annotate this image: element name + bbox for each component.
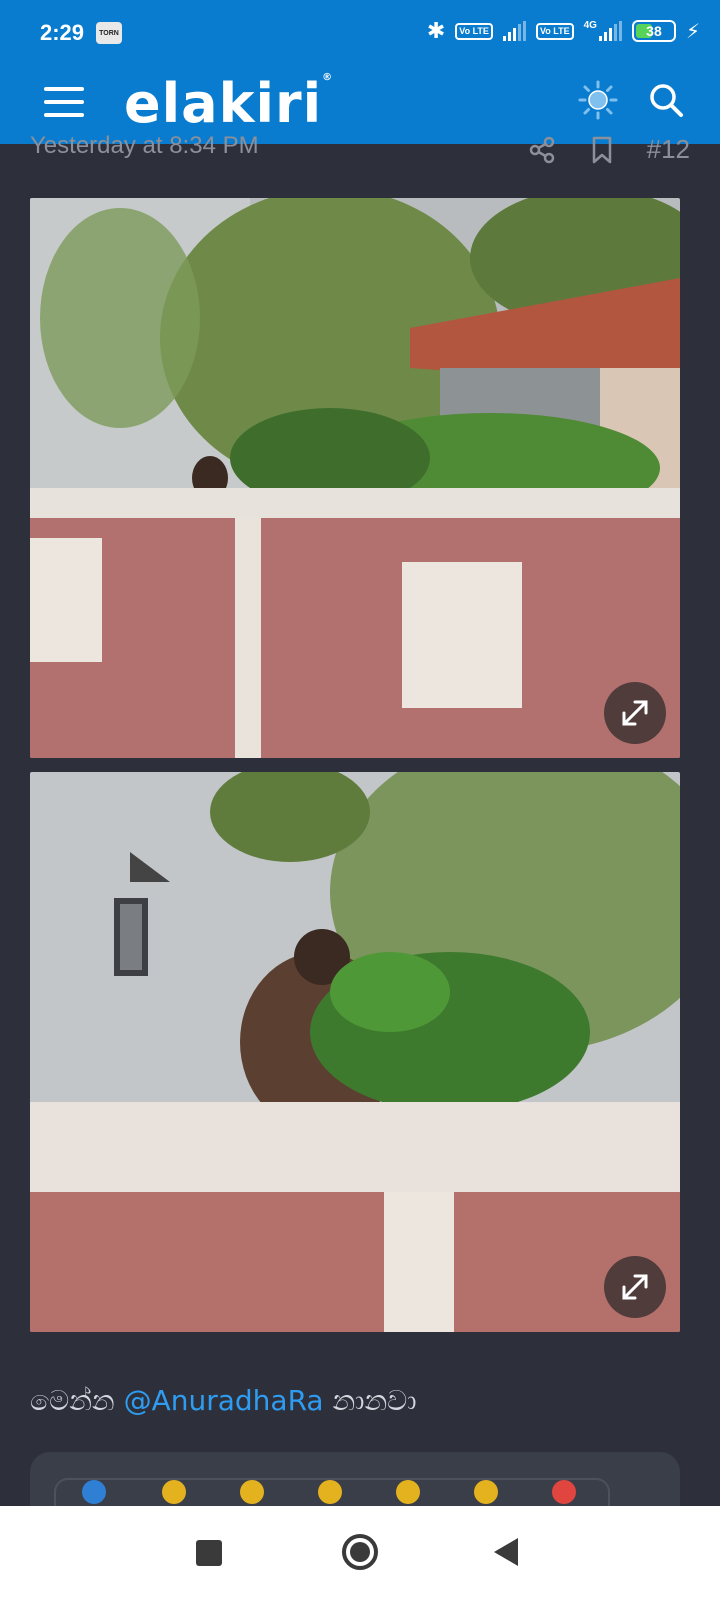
post-image-1[interactable]	[30, 198, 680, 758]
reaction-emoji-icon[interactable]	[396, 1480, 420, 1504]
expand-button[interactable]	[604, 682, 666, 744]
post-message: මෙන්න @AnuradhaRa නානවා	[30, 1384, 417, 1418]
battery-icon: 38	[631, 20, 676, 42]
status-time: 2:29	[40, 20, 85, 45]
expand-icon	[622, 700, 648, 726]
system-nav-bar	[0, 1506, 720, 1600]
site-logo[interactable]: elakiri®	[124, 72, 333, 135]
post-number[interactable]: #12	[647, 134, 690, 165]
bluetooth-icon: ✱	[426, 18, 446, 43]
reaction-emoji-icon[interactable]	[474, 1480, 498, 1504]
status-bar: 2:29 TORN ✱ Vo LTE Vo LTE 4G 38 ⚡	[0, 0, 720, 68]
reaction-emoji-icon[interactable]	[318, 1480, 342, 1504]
message-prefix: මෙන්න	[30, 1384, 115, 1417]
reaction-like-icon[interactable]	[82, 1480, 106, 1504]
status-icons: ✱ Vo LTE Vo LTE 4G 38 ⚡	[427, 18, 700, 44]
volte-icon-2: Vo LTE	[535, 22, 574, 40]
network-type: 4G	[583, 19, 597, 31]
recent-apps-icon[interactable]	[196, 1540, 222, 1566]
post-image-2[interactable]	[30, 772, 680, 1332]
volte-icon: Vo LTE	[455, 22, 493, 40]
charging-icon: ⚡	[685, 20, 700, 43]
home-icon[interactable]	[342, 1534, 378, 1570]
hamburger-icon[interactable]	[44, 82, 84, 122]
message-suffix: නානවා	[332, 1384, 417, 1417]
sun-icon[interactable]	[578, 80, 618, 120]
share-icon[interactable]	[527, 135, 557, 165]
post-date[interactable]: Yesterday at 8:34 PM	[30, 132, 259, 160]
user-mention-link[interactable]: @AnuradhaRa	[124, 1384, 324, 1417]
post-actions: #12	[527, 134, 690, 165]
reaction-emoji-icon[interactable]	[240, 1480, 264, 1504]
street-view-photo-zoomed	[30, 772, 680, 1332]
back-icon[interactable]	[494, 1538, 518, 1566]
search-icon[interactable]	[646, 80, 686, 120]
expand-button-2[interactable]	[604, 1256, 666, 1318]
reaction-love-icon[interactable]	[552, 1480, 576, 1504]
notification-badge: TORN	[96, 22, 122, 44]
reaction-emoji-icon[interactable]	[162, 1480, 186, 1504]
bookmark-icon[interactable]	[587, 135, 617, 165]
street-view-photo	[30, 198, 680, 758]
signal-icon	[502, 21, 526, 41]
signal-icon-2	[598, 21, 622, 41]
expand-icon	[622, 1274, 648, 1300]
